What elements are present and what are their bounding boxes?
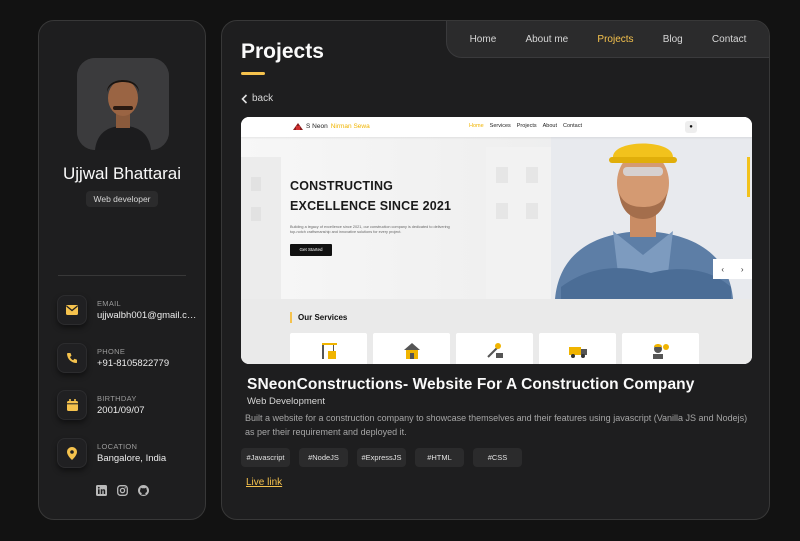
back-button[interactable]: back	[241, 93, 273, 104]
project-title: SNeonConstructions- Website For A Constr…	[247, 376, 695, 393]
contact-label: BIRTHDAY	[97, 394, 137, 403]
top-navbar: Home About me Projects Blog Contact	[446, 21, 769, 58]
mail-icon	[57, 295, 87, 325]
preview-services: Our Services	[241, 299, 752, 364]
service-card	[622, 333, 699, 364]
github-icon[interactable]	[137, 485, 149, 496]
linkedin-icon[interactable]	[95, 485, 107, 496]
preview-link: Contact	[563, 123, 582, 129]
preview-link: Projects	[516, 123, 537, 129]
preview-logo: S Neon Nirman Sewa	[293, 122, 370, 130]
contact-birthday: BIRTHDAY 2001/09/07	[57, 390, 197, 422]
sidebar-separator	[58, 275, 186, 276]
contact-label: PHONE	[97, 347, 126, 356]
projects-panel: Home About me Projects Blog Contact Proj…	[221, 20, 770, 520]
tools-icon	[486, 343, 503, 358]
location-value: Bangalore, India	[97, 453, 167, 464]
tag-css: #CSS	[473, 448, 522, 467]
birthday-value: 2001/09/07	[97, 405, 145, 416]
house-icon	[403, 343, 420, 359]
truck-icon	[568, 347, 587, 358]
tag-html: #HTML	[415, 448, 464, 467]
tech-tags: #Javascript #NodeJS #ExpressJS #HTML #CS…	[241, 448, 522, 467]
nav-home[interactable]: Home	[470, 34, 497, 45]
project-description: Built a website for a construction compa…	[245, 413, 748, 437]
crane-logo-icon	[293, 123, 303, 130]
worker-icon	[652, 344, 669, 359]
preview-hero-line1: CONSTRUCTING	[290, 179, 394, 193]
crane-icon	[321, 343, 337, 359]
preview-hero: CONSTRUCTING EXCELLENCE SINCE 2021 Build…	[241, 137, 752, 299]
nav-blog[interactable]: Blog	[663, 34, 683, 45]
preview-menu-icon: ●	[685, 121, 697, 133]
preview-get-started: Get Started	[290, 244, 332, 256]
preview-navbar: S Neon Nirman Sewa Home Services Project…	[241, 117, 752, 137]
title-underline	[241, 72, 265, 75]
tag-expressjs: #ExpressJS	[357, 448, 406, 467]
email-link[interactable]: ujjwalbh001@gmail.com	[97, 310, 197, 321]
contact-label: EMAIL	[97, 299, 122, 308]
chevron-right-icon: ›	[740, 264, 744, 274]
preview-link: Services	[489, 123, 511, 129]
project-category: Web Development	[247, 396, 325, 407]
phone-icon	[57, 343, 87, 373]
phone-link[interactable]: +91-8105822779	[97, 358, 197, 369]
service-card	[539, 333, 616, 364]
service-card	[456, 333, 533, 364]
preview-carousel-arrows: ‹ ›	[713, 259, 752, 279]
preview-nav-links: Home Services Projects About Contact	[469, 123, 582, 129]
preview-logo-prefix: S Neon	[306, 122, 328, 130]
nav-projects[interactable]: Projects	[597, 34, 633, 45]
project-preview-image: S Neon Nirman Sewa Home Services Project…	[241, 117, 752, 364]
service-card	[373, 333, 450, 364]
preview-logo-accent: Nirman Sewa	[330, 122, 370, 130]
page-title: Projects	[241, 40, 324, 63]
preview-services-title: Our Services	[290, 312, 347, 323]
preview-hero-line2: EXCELLENCE SINCE 2021	[290, 199, 452, 213]
tag-nodejs: #NodeJS	[299, 448, 348, 467]
calendar-icon	[57, 390, 87, 420]
nav-contact[interactable]: Contact	[712, 34, 746, 45]
service-card	[290, 333, 367, 364]
contact-location: LOCATION Bangalore, India	[57, 438, 197, 470]
chevron-left-icon: ‹	[721, 264, 725, 274]
preview-hero-text: Building a legacy of excellence since 20…	[290, 225, 450, 234]
profile-sidebar: Ujjwal Bhattarai Web developer EMAIL ujj…	[38, 20, 206, 520]
instagram-icon[interactable]	[116, 485, 128, 496]
social-links	[39, 485, 205, 496]
preview-link: About	[542, 123, 558, 129]
profile-name: Ujjwal Bhattarai	[62, 164, 182, 183]
live-link[interactable]: Live link	[246, 477, 282, 488]
contact-phone: PHONE +91-8105822779	[57, 343, 197, 375]
nav-about[interactable]: About me	[525, 34, 568, 45]
back-label: back	[252, 93, 274, 104]
role-badge: Web developer	[86, 191, 158, 207]
chevron-left-icon	[241, 93, 248, 104]
preview-link: Home	[469, 123, 484, 129]
location-icon	[57, 438, 87, 468]
contact-email: EMAIL ujjwalbh001@gmail.com	[57, 295, 197, 327]
tag-javascript: #Javascript	[241, 448, 290, 467]
avatar	[77, 58, 169, 150]
contact-label: LOCATION	[97, 442, 138, 451]
